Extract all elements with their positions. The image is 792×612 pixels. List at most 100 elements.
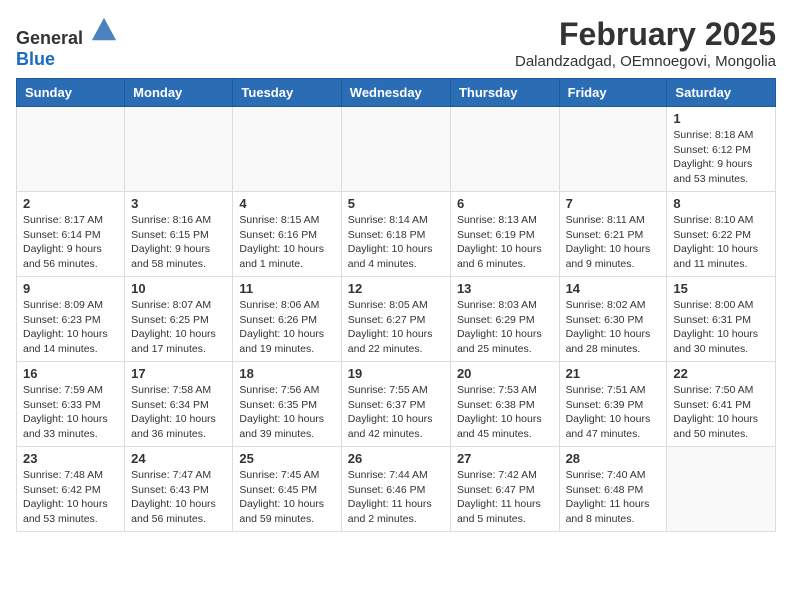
calendar-cell: 18 Sunrise: 7:56 AM Sunset: 6:35 PM Dayli… xyxy=(233,362,341,447)
calendar-cell xyxy=(125,107,233,192)
weekday-header-sunday: Sunday xyxy=(17,79,125,107)
day-number: 10 xyxy=(131,281,226,296)
calendar-cell xyxy=(233,107,341,192)
day-info: Sunrise: 7:40 AM Sunset: 6:48 PM Dayligh… xyxy=(566,468,661,527)
day-number: 27 xyxy=(457,451,553,466)
logo-icon xyxy=(90,16,118,44)
calendar-cell xyxy=(667,447,776,532)
day-number: 20 xyxy=(457,366,553,381)
day-info: Sunrise: 7:56 AM Sunset: 6:35 PM Dayligh… xyxy=(239,383,334,442)
day-info: Sunrise: 8:14 AM Sunset: 6:18 PM Dayligh… xyxy=(348,213,444,272)
day-number: 25 xyxy=(239,451,334,466)
day-number: 24 xyxy=(131,451,226,466)
day-info: Sunrise: 7:51 AM Sunset: 6:39 PM Dayligh… xyxy=(566,383,661,442)
calendar-cell: 10 Sunrise: 8:07 AM Sunset: 6:25 PM Dayli… xyxy=(125,277,233,362)
calendar-cell: 9 Sunrise: 8:09 AM Sunset: 6:23 PM Daylig… xyxy=(17,277,125,362)
week-row-4: 16 Sunrise: 7:59 AM Sunset: 6:33 PM Dayli… xyxy=(17,362,776,447)
day-number: 18 xyxy=(239,366,334,381)
week-row-2: 2 Sunrise: 8:17 AM Sunset: 6:14 PM Daylig… xyxy=(17,192,776,277)
day-info: Sunrise: 7:48 AM Sunset: 6:42 PM Dayligh… xyxy=(23,468,118,527)
calendar-cell: 5 Sunrise: 8:14 AM Sunset: 6:18 PM Daylig… xyxy=(341,192,450,277)
day-info: Sunrise: 7:50 AM Sunset: 6:41 PM Dayligh… xyxy=(673,383,769,442)
week-row-3: 9 Sunrise: 8:09 AM Sunset: 6:23 PM Daylig… xyxy=(17,277,776,362)
title-block: February 2025 Dalandzadgad, OEmnoegovi, … xyxy=(515,16,776,70)
weekday-header-saturday: Saturday xyxy=(667,79,776,107)
calendar-cell xyxy=(450,107,559,192)
day-number: 26 xyxy=(348,451,444,466)
calendar-cell: 27 Sunrise: 7:42 AM Sunset: 6:47 PM Dayli… xyxy=(450,447,559,532)
calendar-cell: 6 Sunrise: 8:13 AM Sunset: 6:19 PM Daylig… xyxy=(450,192,559,277)
day-number: 19 xyxy=(348,366,444,381)
day-number: 16 xyxy=(23,366,118,381)
calendar-cell: 8 Sunrise: 8:10 AM Sunset: 6:22 PM Daylig… xyxy=(667,192,776,277)
header: General Blue February 2025 Dalandzadgad,… xyxy=(16,16,776,70)
calendar-cell: 2 Sunrise: 8:17 AM Sunset: 6:14 PM Daylig… xyxy=(17,192,125,277)
day-info: Sunrise: 8:10 AM Sunset: 6:22 PM Dayligh… xyxy=(673,213,769,272)
weekday-header-monday: Monday xyxy=(125,79,233,107)
day-number: 8 xyxy=(673,196,769,211)
day-info: Sunrise: 7:47 AM Sunset: 6:43 PM Dayligh… xyxy=(131,468,226,527)
calendar-cell: 13 Sunrise: 8:03 AM Sunset: 6:29 PM Dayli… xyxy=(450,277,559,362)
day-number: 22 xyxy=(673,366,769,381)
day-number: 2 xyxy=(23,196,118,211)
calendar-cell: 20Sunrise: 7:53 AM Sunset: 6:38 PM Dayli… xyxy=(450,362,559,447)
day-number: 17 xyxy=(131,366,226,381)
day-number: 11 xyxy=(239,281,334,296)
day-number: 13 xyxy=(457,281,553,296)
day-info: Sunrise: 8:18 AM Sunset: 6:12 PM Dayligh… xyxy=(673,128,769,187)
day-info: Sunrise: 8:13 AM Sunset: 6:19 PM Dayligh… xyxy=(457,213,553,272)
day-info: Sunrise: 8:17 AM Sunset: 6:14 PM Dayligh… xyxy=(23,213,118,272)
calendar-cell: 28 Sunrise: 7:40 AM Sunset: 6:48 PM Dayli… xyxy=(559,447,667,532)
day-info: Sunrise: 8:07 AM Sunset: 6:25 PM Dayligh… xyxy=(131,298,226,357)
logo-blue: Blue xyxy=(16,49,55,69)
calendar-cell: 3 Sunrise: 8:16 AM Sunset: 6:15 PM Daylig… xyxy=(125,192,233,277)
day-number: 9 xyxy=(23,281,118,296)
calendar-cell: 12 Sunrise: 8:05 AM Sunset: 6:27 PM Dayli… xyxy=(341,277,450,362)
calendar-cell: 14 Sunrise: 8:02 AM Sunset: 6:30 PM Dayli… xyxy=(559,277,667,362)
weekday-header-wednesday: Wednesday xyxy=(341,79,450,107)
day-number: 23 xyxy=(23,451,118,466)
calendar-cell: 1 Sunrise: 8:18 AM Sunset: 6:12 PM Daylig… xyxy=(667,107,776,192)
day-info: Sunrise: 8:16 AM Sunset: 6:15 PM Dayligh… xyxy=(131,213,226,272)
weekday-header-friday: Friday xyxy=(559,79,667,107)
day-number: 12 xyxy=(348,281,444,296)
day-number: 14 xyxy=(566,281,661,296)
day-info: Sunrise: 8:02 AM Sunset: 6:30 PM Dayligh… xyxy=(566,298,661,357)
day-number: 4 xyxy=(239,196,334,211)
week-row-1: 1 Sunrise: 8:18 AM Sunset: 6:12 PM Daylig… xyxy=(17,107,776,192)
calendar-cell: 11 Sunrise: 8:06 AM Sunset: 6:26 PM Dayli… xyxy=(233,277,341,362)
logo: General Blue xyxy=(16,16,118,70)
calendar-cell: 19 Sunrise: 7:55 AM Sunset: 6:37 PM Dayli… xyxy=(341,362,450,447)
day-number: 3 xyxy=(131,196,226,211)
calendar-title: February 2025 xyxy=(515,16,776,53)
day-info: Sunrise: 7:44 AM Sunset: 6:46 PM Dayligh… xyxy=(348,468,444,527)
day-info: Sunrise: 7:58 AM Sunset: 6:34 PM Dayligh… xyxy=(131,383,226,442)
calendar-cell: 16 Sunrise: 7:59 AM Sunset: 6:33 PM Dayli… xyxy=(17,362,125,447)
calendar-cell: 25 Sunrise: 7:45 AM Sunset: 6:45 PM Dayli… xyxy=(233,447,341,532)
calendar-subtitle: Dalandzadgad, OEmnoegovi, Mongolia xyxy=(515,53,776,70)
day-info: Sunrise: 8:11 AM Sunset: 6:21 PM Dayligh… xyxy=(566,213,661,272)
calendar-table: SundayMondayTuesdayWednesdayThursdayFrid… xyxy=(16,78,776,532)
weekday-header-tuesday: Tuesday xyxy=(233,79,341,107)
logo-general: General xyxy=(16,28,83,48)
calendar-cell: 15 Sunrise: 8:00 AM Sunset: 6:31 PM Dayli… xyxy=(667,277,776,362)
day-info: Sunrise: 8:00 AM Sunset: 6:31 PM Dayligh… xyxy=(673,298,769,357)
day-number: 15 xyxy=(673,281,769,296)
day-number: 5 xyxy=(348,196,444,211)
day-number: 28 xyxy=(566,451,661,466)
day-info: Sunrise: 8:03 AM Sunset: 6:29 PM Dayligh… xyxy=(457,298,553,357)
day-number: 6 xyxy=(457,196,553,211)
calendar-header-row: SundayMondayTuesdayWednesdayThursdayFrid… xyxy=(17,79,776,107)
calendar-cell: 7Sunrise: 8:11 AM Sunset: 6:21 PM Daylig… xyxy=(559,192,667,277)
calendar-cell: 22 Sunrise: 7:50 AM Sunset: 6:41 PM Dayli… xyxy=(667,362,776,447)
day-info: Sunrise: 7:45 AM Sunset: 6:45 PM Dayligh… xyxy=(239,468,334,527)
day-info: Sunrise: 7:42 AM Sunset: 6:47 PM Dayligh… xyxy=(457,468,553,527)
day-info: Sunrise: 7:59 AM Sunset: 6:33 PM Dayligh… xyxy=(23,383,118,442)
day-number: 1 xyxy=(673,111,769,126)
day-info: Sunrise: 7:55 AM Sunset: 6:37 PM Dayligh… xyxy=(348,383,444,442)
day-info: Sunrise: 8:09 AM Sunset: 6:23 PM Dayligh… xyxy=(23,298,118,357)
logo-text: General Blue xyxy=(16,16,118,70)
day-info: Sunrise: 8:06 AM Sunset: 6:26 PM Dayligh… xyxy=(239,298,334,357)
day-info: Sunrise: 8:05 AM Sunset: 6:27 PM Dayligh… xyxy=(348,298,444,357)
calendar-cell: 21Sunrise: 7:51 AM Sunset: 6:39 PM Dayli… xyxy=(559,362,667,447)
